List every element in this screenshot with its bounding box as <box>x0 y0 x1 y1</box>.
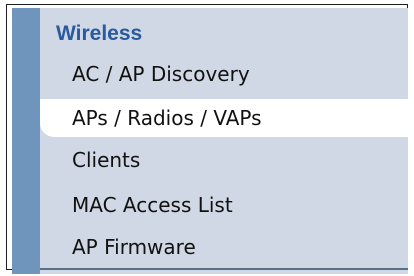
menu-item-ac-ap-discovery[interactable]: AC / AP Discovery <box>40 55 408 93</box>
panel-bottom-divider <box>40 268 408 270</box>
menu-item-clients[interactable]: Clients <box>40 141 408 179</box>
menu-item-mac-access-list[interactable]: MAC Access List <box>40 186 408 224</box>
menu-item-aps-radios-vaps[interactable]: APs / Radios / VAPs <box>40 99 408 137</box>
section-title-wireless: Wireless <box>56 22 143 45</box>
nav-left-accent-bar <box>12 8 40 274</box>
menu-item-ap-firmware[interactable]: AP Firmware <box>40 228 408 266</box>
